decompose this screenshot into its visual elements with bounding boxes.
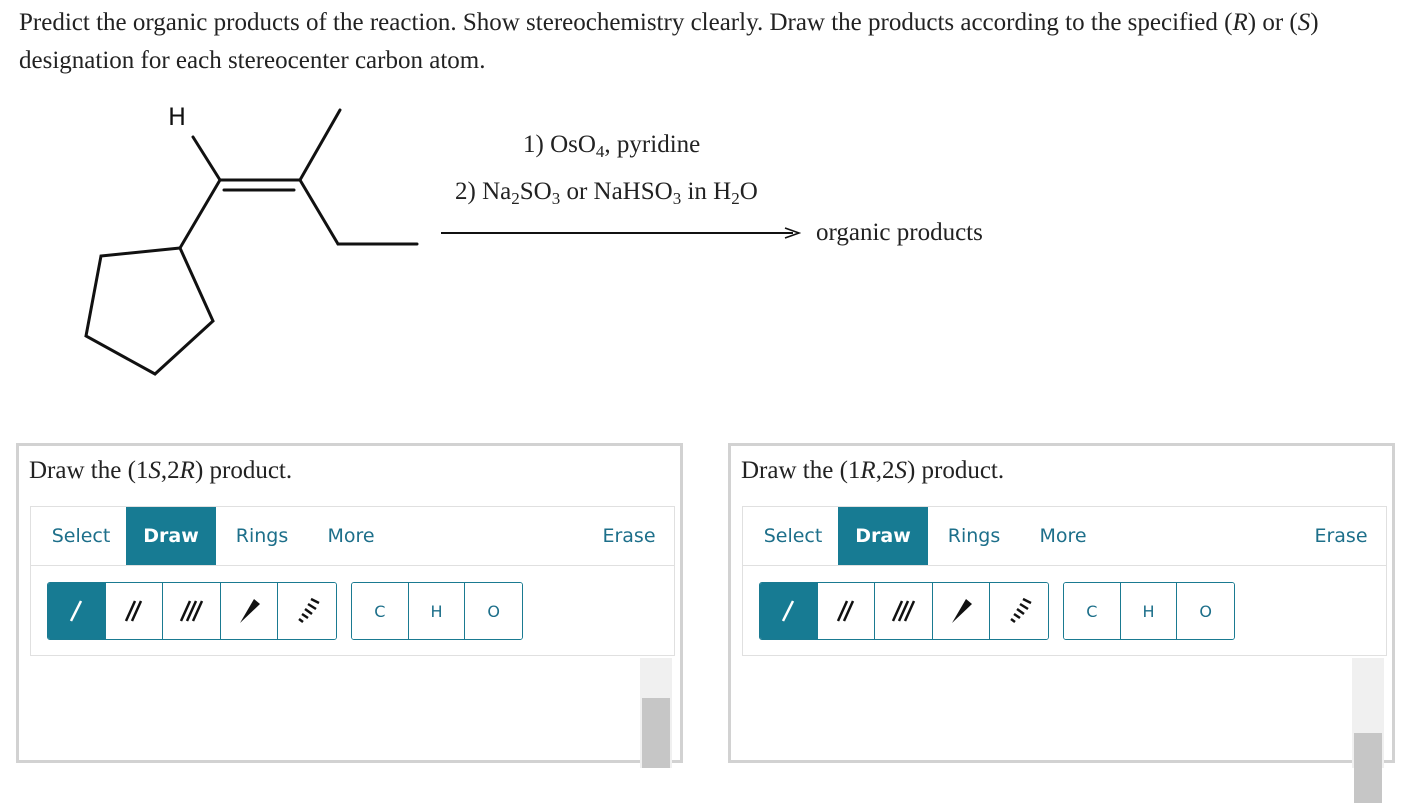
wedge-bond-icon: [240, 599, 261, 623]
bond-h: [191, 135, 222, 182]
bond-tool-group: [759, 582, 1049, 640]
bond-ring-attach: [178, 178, 222, 250]
scrollbar-track[interactable]: [1352, 658, 1384, 803]
hash-bond-icon: [1010, 597, 1032, 623]
toolbar-tabs: Select Draw Rings More Erase: [31, 507, 674, 566]
atom-oxygen-button[interactable]: O: [1177, 583, 1234, 639]
single-bond-button[interactable]: [760, 583, 818, 639]
answer-panel-1s2r: Draw the (1S,2R) product. Select Draw Ri…: [16, 443, 683, 768]
prompt-s-label: S: [1297, 9, 1311, 36]
bond-methyl: [298, 108, 342, 182]
double-bond-button[interactable]: [817, 583, 876, 639]
tab-rings[interactable]: Rings: [939, 507, 1009, 565]
tab-draw[interactable]: Draw: [838, 507, 928, 565]
atom-oxygen-button[interactable]: O: [465, 583, 522, 639]
wedge-bond-icon: [952, 599, 973, 623]
single-bond-button[interactable]: [48, 583, 106, 639]
double-bond-icon: [836, 600, 855, 622]
atom-label: H: [1142, 601, 1155, 621]
hash-bond-button[interactable]: [990, 583, 1048, 639]
panel-title: Draw the (1R,2S) product.: [741, 457, 1005, 484]
wedge-bond-button[interactable]: [932, 583, 991, 639]
drawing-toolbar: Select Draw Rings More Erase C H O: [30, 506, 675, 656]
erase-button[interactable]: Erase: [1306, 507, 1376, 565]
tab-more[interactable]: More: [1033, 507, 1093, 565]
reagent-step-2: 2) Na2SO3 or NaHSO3 in H2O: [455, 178, 758, 208]
triple-bond-icon: [892, 600, 916, 622]
tab-select[interactable]: Select: [39, 507, 123, 565]
atom-hydrogen-button[interactable]: H: [1120, 583, 1178, 639]
atom-label: H: [430, 601, 443, 621]
double-bond-icon: [124, 600, 143, 622]
toolbar-tabs: Select Draw Rings More Erase: [743, 507, 1386, 566]
atom-hydrogen-button[interactable]: H: [408, 583, 466, 639]
single-bond-icon: [70, 600, 83, 622]
h-atom-label: H: [168, 103, 186, 131]
reagent-step-1: 1) OsO4, pyridine: [523, 131, 701, 161]
wedge-bond-button[interactable]: [220, 583, 279, 639]
reaction-arrow: [441, 227, 801, 239]
atom-label: O: [1199, 601, 1212, 621]
answer-panel-1r2s: Draw the (1R,2S) product. Select Draw Ri…: [728, 443, 1395, 803]
atom-tool-group: C H O: [1063, 582, 1235, 640]
atom-tool-group: C H O: [351, 582, 523, 640]
atom-label: C: [1086, 601, 1098, 621]
triple-bond-icon: [180, 600, 204, 622]
bond-ethyl-1: [298, 178, 340, 246]
reactant-structure: H: [84, 103, 419, 376]
prompt-text: ) or (: [1247, 9, 1298, 36]
panel-title: Draw the (1S,2R) product.: [29, 457, 293, 484]
tab-select[interactable]: Select: [751, 507, 835, 565]
scrollbar-track[interactable]: [640, 658, 672, 768]
scrollbar-thumb[interactable]: [1354, 733, 1382, 803]
scrollbar-thumb[interactable]: [642, 698, 670, 768]
erase-button[interactable]: Erase: [594, 507, 664, 565]
hash-bond-button[interactable]: [278, 583, 336, 639]
atom-carbon-button[interactable]: C: [1064, 583, 1121, 639]
tab-rings[interactable]: Rings: [227, 507, 297, 565]
double-bond-button[interactable]: [105, 583, 164, 639]
product-label: organic products: [816, 219, 983, 246]
hash-bond-icon: [298, 597, 320, 623]
atom-label: O: [487, 601, 500, 621]
tab-draw[interactable]: Draw: [126, 507, 216, 565]
tab-more[interactable]: More: [321, 507, 381, 565]
drawing-toolbar: Select Draw Rings More Erase C H O: [742, 506, 1387, 656]
bond-tool-group: [47, 582, 337, 640]
single-bond-icon: [782, 600, 795, 622]
prompt-r-label: R: [1232, 9, 1248, 36]
triple-bond-button[interactable]: [875, 583, 933, 639]
triple-bond-button[interactable]: [163, 583, 221, 639]
cyclopentane-ring: [84, 246, 215, 376]
atom-carbon-button[interactable]: C: [352, 583, 409, 639]
atom-label: C: [374, 601, 386, 621]
